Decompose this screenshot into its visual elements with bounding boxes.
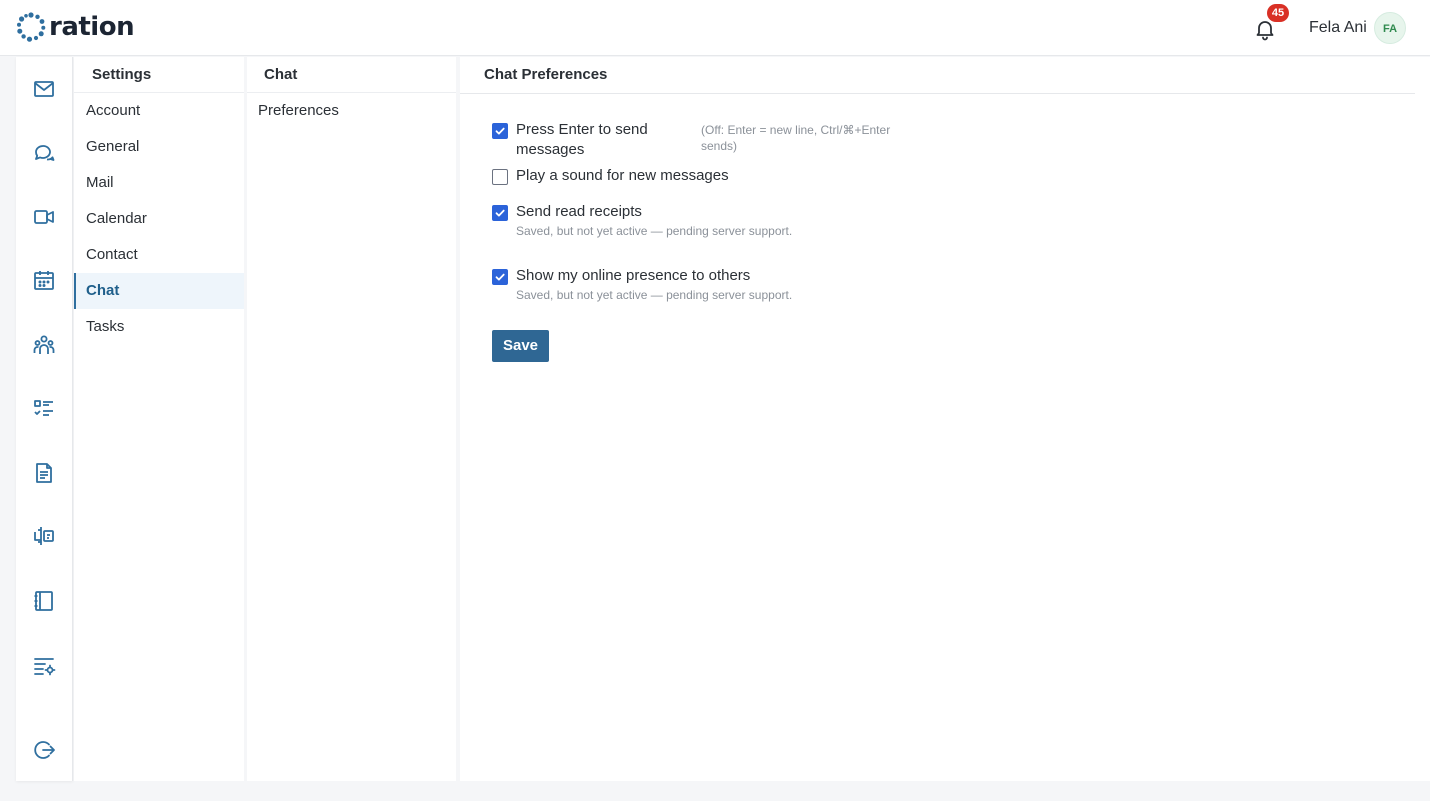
settings-item-tasks[interactable]: Tasks	[74, 309, 244, 345]
tasks-icon[interactable]	[32, 397, 56, 421]
online-presence-label[interactable]: Show my online presence to others	[516, 266, 750, 286]
logo-text: ration	[49, 12, 135, 42]
settings-item-general[interactable]: General	[74, 129, 244, 165]
mail-icon[interactable]	[32, 77, 56, 101]
chat-nav-title: Chat	[247, 57, 456, 93]
settings-list-icon[interactable]	[32, 653, 56, 677]
notifications-count-badge: 45	[1267, 4, 1289, 22]
calendar-icon[interactable]	[32, 268, 56, 292]
settings-item-contact[interactable]: Contact	[74, 237, 244, 273]
logo[interactable]: ration	[15, 11, 135, 43]
press-enter-label[interactable]: Press Enter to send messages	[516, 120, 686, 160]
save-button[interactable]: Save	[492, 330, 549, 362]
logo-mark-icon	[17, 12, 46, 42]
read-receipts-checkbox[interactable]	[492, 205, 508, 221]
avatar[interactable]: FA	[1374, 12, 1406, 44]
online-presence-checkbox[interactable]	[492, 269, 508, 285]
user-name[interactable]: Fela Ani	[1309, 18, 1367, 38]
chat-icon[interactable]	[32, 141, 56, 165]
document-icon[interactable]	[32, 461, 56, 485]
read-receipts-label[interactable]: Send read receipts	[516, 202, 642, 222]
notebook-icon[interactable]	[32, 589, 56, 613]
top-bar: ration 45 Fela Ani FA	[0, 0, 1430, 56]
press-enter-label-line2: messages	[516, 141, 585, 158]
press-enter-hint: (Off: Enter = new line, Ctrl/⌘+Enter sen…	[701, 123, 891, 153]
settings-nav-title: Settings	[74, 57, 244, 93]
play-sound-checkbox[interactable]	[492, 169, 508, 185]
main-header: Chat Preferences	[460, 57, 1415, 94]
settings-item-calendar[interactable]: Calendar	[74, 201, 244, 237]
play-sound-label[interactable]: Play a sound for new messages	[516, 166, 729, 186]
settings-item-mail[interactable]: Mail	[74, 165, 244, 201]
settings-item-chat[interactable]: Chat	[74, 273, 244, 309]
board-icon[interactable]	[32, 524, 56, 548]
settings-nav: Settings Account General Mail Calendar C…	[74, 57, 244, 781]
app-rail	[16, 57, 73, 781]
chat-settings-nav: Chat Preferences	[247, 57, 456, 781]
main-panel: Chat Preferences Press Enter to send mes…	[460, 57, 1430, 781]
page-title: Chat Preferences	[484, 66, 608, 83]
press-enter-label-line1: Press Enter to send	[516, 121, 648, 138]
video-icon[interactable]	[32, 205, 56, 229]
contacts-icon[interactable]	[32, 333, 56, 357]
press-enter-checkbox[interactable]	[492, 123, 508, 139]
settings-nav-list: Account General Mail Calendar Contact Ch…	[74, 93, 244, 345]
online-presence-note: Saved, but not yet active — pending serv…	[516, 288, 793, 302]
read-receipts-note: Saved, but not yet active — pending serv…	[516, 224, 793, 238]
logout-icon[interactable]	[32, 738, 56, 762]
settings-item-account[interactable]: Account	[74, 93, 244, 129]
chat-nav-item-preferences[interactable]: Preferences	[247, 93, 456, 129]
